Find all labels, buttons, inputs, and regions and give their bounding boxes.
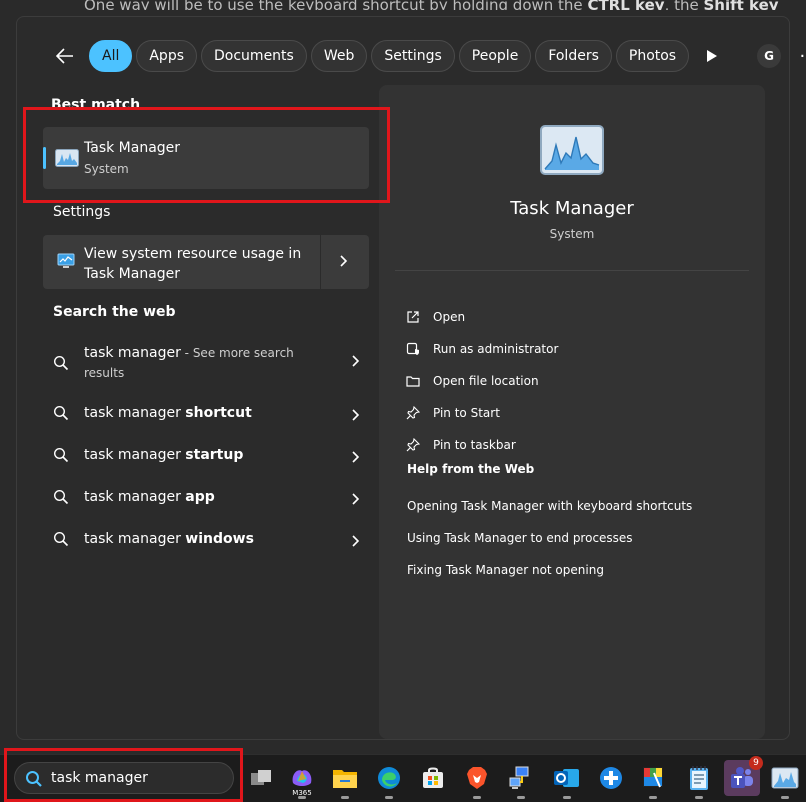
detail-title: Task Manager — [510, 198, 634, 219]
chevron-right-icon[interactable] — [339, 253, 349, 269]
shield-icon — [405, 341, 421, 357]
background-article-text: One way will be to use the keyboard shor… — [84, 0, 779, 10]
filter-photos[interactable]: Photos — [615, 40, 690, 72]
chevron-right-icon — [352, 451, 360, 463]
search-icon — [53, 405, 69, 421]
task-manager-large-icon — [540, 125, 604, 175]
filter-settings[interactable]: Settings — [371, 40, 455, 72]
web-result-app[interactable]: task manager app — [53, 489, 360, 505]
settings-result-label: View system resource usage in Task Manag… — [84, 246, 302, 282]
highlight-taskbar-search — [4, 748, 243, 802]
outlook-icon[interactable] — [552, 763, 582, 799]
health-app-icon[interactable] — [596, 763, 626, 793]
play-icon — [707, 50, 718, 62]
action-pin-to-start[interactable]: Pin to Start — [405, 405, 500, 421]
settings-divider — [320, 235, 321, 289]
action-open-file-location[interactable]: Open file location — [405, 373, 539, 389]
search-icon — [53, 531, 69, 547]
back-button[interactable] — [47, 40, 83, 72]
search-icon — [53, 447, 69, 463]
filter-folders[interactable]: Folders — [535, 40, 612, 72]
detail-subtitle: System — [549, 227, 595, 241]
open-external-icon — [405, 309, 421, 325]
filter-documents[interactable]: Documents — [201, 40, 307, 72]
search-filter-bar: All Apps Documents Web Settings People F… — [45, 39, 806, 73]
web-result-query: task manager — [84, 345, 181, 361]
paint-app-icon[interactable] — [638, 763, 668, 799]
pin-icon — [405, 405, 421, 421]
microsoft-365-copilot-icon[interactable]: M365 — [287, 763, 317, 799]
help-from-web-heading: Help from the Web — [407, 462, 535, 476]
chevron-right-icon — [352, 535, 360, 547]
highlight-best-match — [23, 107, 390, 203]
filter-apps[interactable]: Apps — [136, 40, 198, 72]
filter-web[interactable]: Web — [310, 40, 368, 72]
search-web-heading: Search the web — [53, 304, 176, 320]
settings-result[interactable]: View system resource usage in Task Manag… — [43, 235, 369, 289]
help-link-not-opening[interactable]: Fixing Task Manager not opening — [407, 563, 604, 577]
web-result-startup[interactable]: task manager startup — [53, 447, 360, 463]
edge-browser-icon[interactable] — [374, 763, 404, 799]
network-tool-icon[interactable] — [506, 763, 536, 799]
help-link-end-processes[interactable]: Using Task Manager to end processes — [407, 531, 633, 545]
web-result-shortcut[interactable]: task manager shortcut — [53, 405, 360, 421]
filter-people[interactable]: People — [458, 40, 532, 72]
account-avatar[interactable]: G — [757, 44, 782, 68]
chevron-right-icon — [352, 355, 360, 367]
teams-notification-badge: 9 — [749, 756, 763, 770]
brave-browser-icon[interactable] — [462, 763, 492, 799]
settings-heading: Settings — [53, 204, 111, 220]
result-detail-pane: Task Manager System Open Run as administ… — [379, 85, 765, 739]
action-pin-to-taskbar[interactable]: Pin to taskbar — [405, 437, 516, 453]
teams-icon[interactable]: 9 — [724, 756, 763, 796]
more-filters-button[interactable] — [697, 40, 727, 72]
detail-divider — [395, 270, 749, 271]
help-link-keyboard-shortcuts[interactable]: Opening Task Manager with keyboard short… — [407, 499, 692, 513]
file-explorer-icon[interactable] — [330, 763, 360, 799]
action-run-as-admin[interactable]: Run as administrator — [405, 341, 558, 357]
more-options-button[interactable]: ··· — [793, 40, 806, 72]
task-view-icon[interactable] — [246, 763, 276, 793]
microsoft-store-icon[interactable] — [418, 763, 448, 793]
web-result-see-more[interactable]: task manager - See more search results — [53, 343, 360, 383]
chevron-right-icon — [352, 493, 360, 505]
notepad-icon[interactable] — [684, 763, 714, 799]
pin-icon — [405, 437, 421, 453]
chevron-right-icon — [352, 409, 360, 421]
filter-all[interactable]: All — [89, 40, 133, 72]
web-result-windows[interactable]: task manager windows — [53, 531, 360, 547]
resource-monitor-icon — [57, 253, 75, 268]
search-icon — [53, 355, 69, 371]
search-icon — [53, 489, 69, 505]
task-manager-taskbar-icon[interactable] — [770, 763, 800, 799]
folder-icon — [405, 373, 421, 389]
back-arrow-icon — [56, 48, 73, 64]
action-open[interactable]: Open — [405, 309, 465, 325]
